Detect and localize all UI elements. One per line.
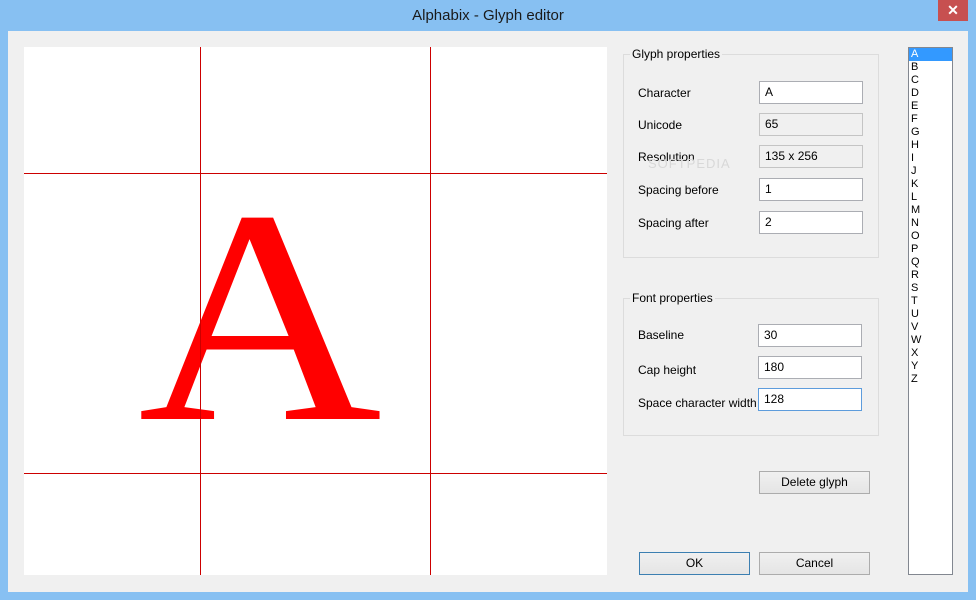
glyph-list-item-d[interactable]: D [909,87,952,100]
glyph-list-item-f[interactable]: F [909,113,952,126]
glyph-list-item-l[interactable]: L [909,191,952,204]
close-icon: ✕ [947,2,959,18]
delete-glyph-button[interactable]: Delete glyph [759,471,870,494]
glyph-canvas[interactable]: A [24,47,607,575]
baseline-field[interactable]: 30 [758,324,862,347]
watermark: SOFTPEDIA [648,156,731,171]
dialog-client-area: A Glyph properties Character A Unicode 6… [8,31,968,592]
glyph-list-item-y[interactable]: Y [909,360,952,373]
glyph-list-item-v[interactable]: V [909,321,952,334]
glyph-preview: A [138,147,382,485]
glyph-list-item-u[interactable]: U [909,308,952,321]
glyph-list-item-n[interactable]: N [909,217,952,230]
character-field[interactable]: A [759,81,863,104]
baseline-label: Baseline [638,328,685,342]
font-properties-group: Font properties Baseline 30 Cap height 1… [623,291,879,436]
cap-height-field[interactable]: 180 [758,356,862,379]
glyph-list-item-r[interactable]: R [909,269,952,282]
cancel-button[interactable]: Cancel [759,552,870,575]
ok-button[interactable]: OK [639,552,750,575]
glyph-list-item-o[interactable]: O [909,230,952,243]
glyph-list-item-j[interactable]: J [909,165,952,178]
window-title: Alphabix - Glyph editor [412,7,564,24]
space-width-field[interactable]: 128 [758,388,862,411]
close-button[interactable]: ✕ [938,0,968,21]
space-width-label: Space character width [638,396,757,410]
glyph-list-item-x[interactable]: X [909,347,952,360]
glyph-list-item-g[interactable]: G [909,126,952,139]
title-bar[interactable]: Alphabix - Glyph editor ✕ [0,0,976,31]
glyph-list-item-c[interactable]: C [909,74,952,87]
glyph-list-item-m[interactable]: M [909,204,952,217]
glyph-editor-window: Alphabix - Glyph editor ✕ A Glyph proper… [0,0,976,600]
glyph-properties-title: Glyph properties [630,47,723,62]
glyph-list-item-e[interactable]: E [909,100,952,113]
glyph-list-item-i[interactable]: I [909,152,952,165]
font-properties-title: Font properties [630,291,715,306]
spacing-after-field[interactable]: 2 [759,211,863,234]
glyph-list[interactable]: ABCDEFGHIJKLMNOPQRSTUVWXYZ [908,47,953,575]
spacing-after-label: Spacing after [638,216,709,230]
glyph-list-item-p[interactable]: P [909,243,952,256]
glyph-list-item-q[interactable]: Q [909,256,952,269]
cap-height-label: Cap height [638,363,697,377]
glyph-list-item-t[interactable]: T [909,295,952,308]
spacing-before-field[interactable]: 1 [759,178,863,201]
unicode-label: Unicode [638,118,683,132]
glyph-list-item-w[interactable]: W [909,334,952,347]
glyph-list-item-s[interactable]: S [909,282,952,295]
unicode-field: 65 [759,113,863,136]
glyph-list-item-a[interactable]: A [909,48,952,61]
character-label: Character [638,86,691,100]
glyph-list-item-b[interactable]: B [909,61,952,74]
glyph-list-item-k[interactable]: K [909,178,952,191]
glyph-list-item-z[interactable]: Z [909,373,952,386]
resolution-field: 135 x 256 [759,145,863,168]
glyph-canvas-svg: A [24,47,607,575]
glyph-list-item-h[interactable]: H [909,139,952,152]
spacing-before-label: Spacing before [638,183,719,197]
